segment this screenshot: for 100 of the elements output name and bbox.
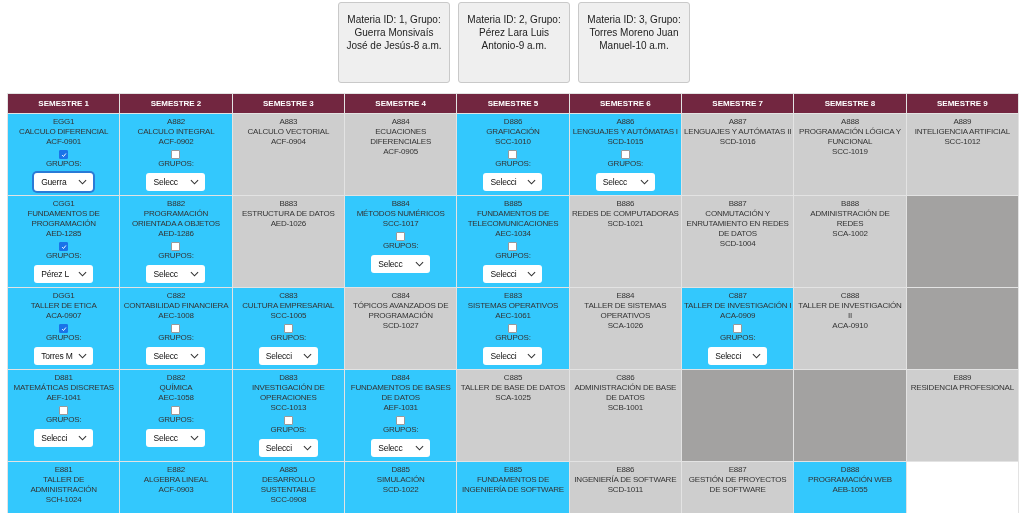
group-select[interactable]: Pérez L (34, 265, 94, 283)
group-select[interactable]: Selecc (146, 347, 206, 365)
course-key: AEB-1055 (832, 485, 868, 495)
course-key: AEF-1041 (46, 393, 81, 403)
chevron-down-icon (415, 445, 425, 451)
checkbox[interactable] (508, 150, 518, 159)
group-card: Materia ID: 1, Grupo: Guerra Monsivaís José de Jesús-8 a.m. (338, 2, 450, 83)
group-select[interactable]: Selecc (146, 173, 206, 191)
course-key: SCC-1013 (270, 403, 307, 413)
group-select[interactable]: Selecc (146, 429, 206, 447)
group-select[interactable]: Selecc (371, 439, 431, 457)
course-key: SCD-1015 (607, 137, 644, 147)
groups-label: GRUPOS: (45, 333, 82, 342)
column-header: SEMESTRE 1 (8, 94, 120, 113)
groups-label: GRUPOS: (158, 333, 194, 342)
course-key: SCC-0908 (270, 495, 307, 505)
groups-label: GRUPOS: (158, 415, 194, 424)
course-code: A888 (841, 117, 859, 127)
course-code: E885 (504, 465, 522, 475)
checkbox[interactable] (283, 324, 293, 333)
course-name: FUNDAMENTOS DE PROGRAMACIÓN (26, 209, 101, 229)
course-name: ADMINISTRACIÓN DE BASE DE DATOS (573, 383, 678, 403)
course-name: PROGRAMACIÓN ORIENTADA A OBJETOS (131, 209, 221, 229)
checkbox[interactable] (396, 416, 406, 425)
column-header: SEMESTRE 9 (906, 94, 1018, 113)
checkbox[interactable] (171, 324, 181, 333)
course-name: CONTABILIDAD FINANCIERA (123, 301, 229, 311)
course-key: SCD-1016 (719, 137, 756, 147)
column-header: SEMESTRE 5 (457, 94, 569, 113)
checkbox[interactable] (59, 324, 69, 333)
course-code: DGG1 (52, 291, 75, 301)
course-name: TALLER DE ADMINISTRACIÓN (29, 475, 98, 495)
checkbox[interactable] (59, 242, 69, 251)
course-name: GRAFICACIÓN (486, 127, 540, 137)
column-header: SEMESTRE 2 (120, 94, 232, 113)
checkbox[interactable] (171, 406, 181, 415)
checkbox[interactable] (508, 324, 518, 333)
group-select[interactable]: Selecci (483, 265, 543, 283)
checkbox[interactable] (508, 242, 518, 251)
course-code: E882 (167, 465, 185, 475)
course-code: C883 (279, 291, 298, 301)
course-key: AED-1286 (158, 229, 194, 239)
group-select[interactable]: Selecci (483, 347, 543, 365)
groups-label: GRUPOS: (270, 333, 307, 342)
course-name: ESTRUCTURA DE DATOS (241, 209, 335, 219)
course-key: AEC-1058 (158, 393, 194, 403)
checkbox[interactable] (171, 242, 181, 251)
course-name: CULTURA EMPRESARIAL (242, 301, 335, 311)
course-code: B885 (504, 199, 522, 209)
groups-label: GRUPOS: (270, 425, 307, 434)
course-name: MÉTODOS NUMÉRICOS (356, 209, 445, 219)
course-key: SCC-1012 (944, 137, 981, 147)
course-key: SCD-1021 (607, 219, 644, 229)
group-select[interactable]: Selecci (708, 347, 768, 365)
chevron-down-icon (78, 435, 88, 441)
group-select[interactable]: Selecc (371, 255, 431, 273)
course-code: C882 (166, 291, 186, 301)
group-select[interactable]: Selecci (483, 173, 543, 191)
chevron-down-icon (190, 435, 200, 441)
course-key: AEC-1034 (495, 229, 531, 239)
course-name: PROGRAMACIÓN LÓGICA Y FUNCIONAL (798, 127, 902, 147)
course-code: A884 (391, 117, 410, 127)
course-name: ADMINISTRACIÓN DE REDES (809, 209, 891, 229)
checkbox[interactable] (171, 150, 181, 159)
group-select[interactable]: Torres M (34, 347, 94, 365)
course-name: PROGRAMACIÓN WEB (808, 475, 892, 485)
checkbox[interactable] (283, 416, 293, 425)
chevron-down-icon (527, 271, 537, 277)
course-key: AEC-1061 (495, 311, 531, 321)
groups-label: GRUPOS: (495, 251, 531, 260)
chevron-down-icon (302, 353, 312, 359)
course-code: A882 (167, 117, 185, 127)
course-key: SCH-1024 (45, 495, 82, 505)
course-code: B888 (841, 199, 859, 209)
course-name: FUNDAMENTOS DE BASES DE DATOS (349, 383, 452, 403)
group-select[interactable]: Selecci (258, 347, 318, 365)
groups-label: GRUPOS: (45, 415, 82, 424)
checkbox[interactable] (733, 324, 743, 333)
group-select[interactable]: Selecci (34, 429, 94, 447)
course-name: INTELIGENCIA ARTIFICIAL (914, 127, 1010, 137)
checkbox[interactable] (620, 150, 630, 159)
course-key: ACF-0901 (46, 137, 82, 147)
checkbox[interactable] (396, 232, 406, 241)
course-name: CONMUTACIÓN Y ENRUTAMIENTO EN REDES DE DATOS (685, 209, 790, 239)
course-code: E884 (616, 291, 635, 301)
group-select[interactable]: Selecc (595, 173, 655, 191)
group-select[interactable]: Selecci (258, 439, 318, 457)
column-header: SEMESTRE 3 (232, 94, 344, 113)
checkbox[interactable] (59, 406, 69, 415)
checkbox[interactable] (59, 150, 69, 159)
course-key: SCB-1001 (607, 403, 643, 413)
course-key: ACF-0905 (383, 147, 419, 157)
chevron-down-icon (527, 179, 537, 185)
course-key: SCC-1017 (382, 219, 419, 229)
course-code: E889 (953, 373, 972, 383)
group-select[interactable]: Guerra (34, 173, 94, 191)
course-code: E883 (504, 291, 522, 301)
group-select[interactable]: Selecc (146, 265, 206, 283)
course-code: CGG1 (52, 199, 75, 209)
course-name: REDES DE COMPUTADORAS (571, 209, 679, 219)
